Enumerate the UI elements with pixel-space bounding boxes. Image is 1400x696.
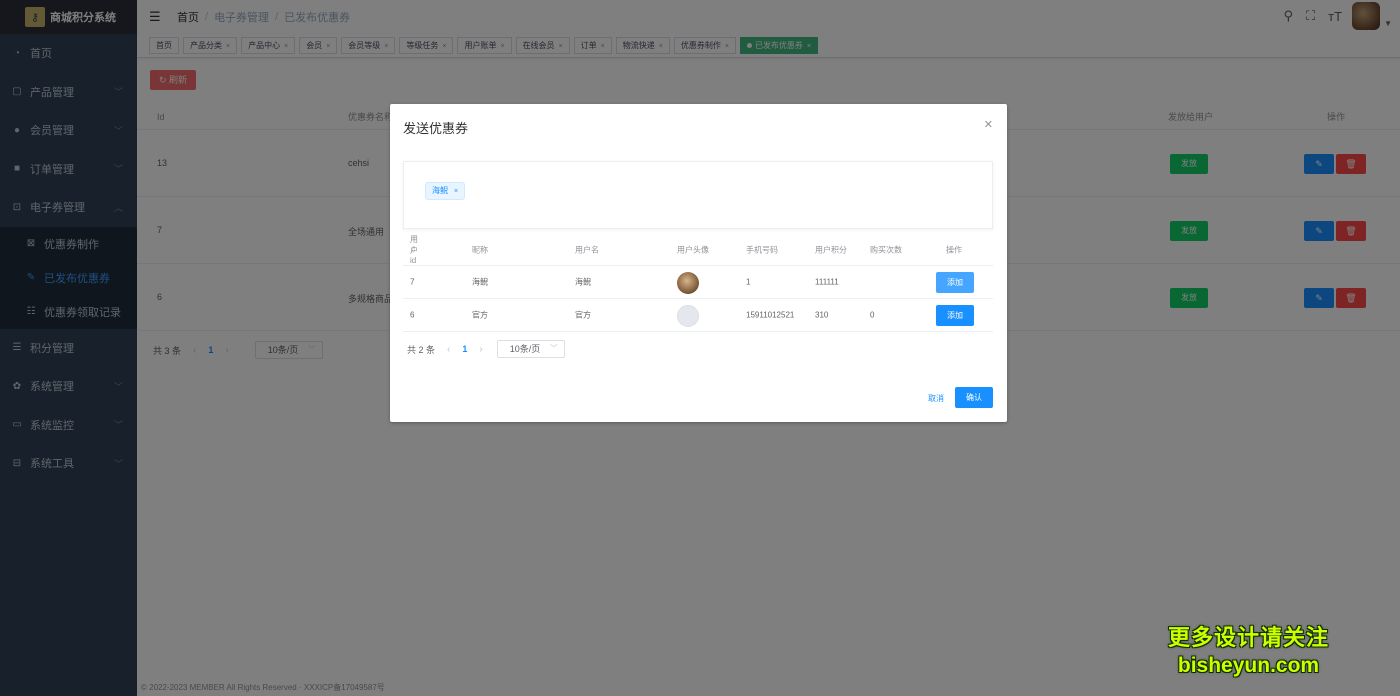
table-row: 6 官方 官方 15911012521 310 0 添加 (403, 299, 993, 332)
add-button[interactable]: 添加 (936, 272, 974, 293)
cell-user-id: 7 (410, 277, 415, 287)
user-table-header: 用户id ⇕ 昵称 用户名 用户头像 手机号码 用户积分 购买次数 操作 (403, 234, 993, 266)
table-row: 7 海鲵 海鲵 1 111111 添加 (403, 266, 993, 299)
prev-page-icon[interactable]: ‹ (447, 344, 450, 355)
pager-total: 共 2 条 (407, 344, 436, 355)
selected-users-box: 海鲵 × (403, 161, 993, 229)
cell-phone: 1 (746, 277, 751, 287)
cancel-button[interactable]: 取消 (928, 393, 944, 404)
add-button[interactable]: 添加 (936, 305, 974, 326)
broken-image-icon (677, 305, 699, 327)
watermark-line2: bisheyun.com (1177, 654, 1320, 677)
cell-username: 海鲵 (575, 277, 591, 287)
col-user-id-label: 用户id (410, 235, 418, 265)
page-size-select[interactable]: 10条/页 ﹀ (496, 340, 565, 358)
cell-username: 官方 (575, 310, 591, 320)
cell-points: 111111 (815, 277, 839, 287)
avatar (677, 272, 699, 294)
cell-nickname: 官方 (472, 310, 488, 320)
dialog-pagination: 共 2 条 ‹ 1 › 10条/页 ﹀ (407, 340, 565, 358)
col-avatar: 用户头像 (677, 245, 709, 254)
send-coupon-dialog: 发送优惠券 ✕ 海鲵 × 用户id ⇕ 昵称 用户名 用户头像 手机号码 用户积分… (390, 104, 1007, 422)
close-icon[interactable]: ✕ (984, 118, 993, 131)
next-page-icon[interactable]: › (479, 344, 482, 355)
col-user-id[interactable]: 用户id ⇕ (410, 235, 418, 265)
cell-nickname: 海鲵 (472, 277, 488, 287)
pager-current[interactable]: 1 (462, 344, 467, 354)
dialog-title: 发送优惠券 (403, 121, 469, 136)
col-points: 用户积分 (815, 245, 847, 254)
col-nickname: 昵称 (472, 245, 488, 254)
chip-label: 海鲵 (432, 186, 448, 195)
watermark-line1: 更多设计请关注 (1167, 625, 1329, 650)
col-buys: 购买次数 (870, 245, 902, 254)
watermark: 更多设计请关注 bisheyun.com (1168, 620, 1329, 678)
col-phone: 手机号码 (746, 245, 778, 254)
chevron-down-icon: ﹀ (549, 344, 558, 353)
col-username: 用户名 (575, 245, 599, 254)
confirm-button[interactable]: 确认 (955, 387, 993, 408)
close-icon[interactable]: × (454, 188, 458, 195)
page-size-label: 10条/页 (509, 344, 541, 354)
col-ops: 操作 (946, 245, 962, 254)
cell-buys: 0 (870, 310, 875, 320)
selected-user-chip[interactable]: 海鲵 × (425, 182, 466, 200)
cell-user-id: 6 (410, 310, 415, 320)
cell-points: 310 (815, 310, 829, 320)
cell-phone: 15911012521 (746, 310, 795, 320)
